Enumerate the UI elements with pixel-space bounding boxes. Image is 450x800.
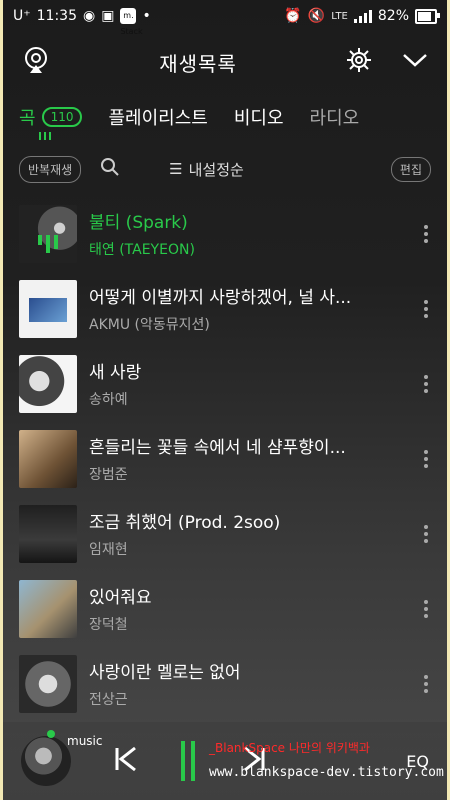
song-row[interactable]: 있어줘요 장덕철 [3,571,447,646]
mini-player-art[interactable] [21,736,71,786]
song-row[interactable]: 어떻게 이별까지 사랑하겠어, 널 사... AKMU (악동뮤지션) [3,271,447,346]
status-right: ⏰ 🔇 LTE 82% [284,8,440,24]
more-vert-icon[interactable] [421,224,431,243]
repeat-button[interactable]: 반복재생 [19,155,82,183]
list-controls: 반복재생 ☰ 내설정순 편집 [3,142,447,196]
song-artist: 임재현 [89,542,128,558]
album-art [19,204,77,263]
album-art [19,654,77,713]
tab-songs[interactable]: 곡 110 [19,104,83,140]
network-label: LTE [331,10,348,22]
more-vert-icon[interactable] [421,449,431,468]
mini-player: music EQ [3,722,447,800]
status-left: U⁺ 11:35 ◉ ▣ m. Stack • [13,8,151,36]
sort-label: 내설정순 [188,160,244,179]
more-vert-icon[interactable] [421,299,431,318]
tab-songs-label: 곡 [19,108,36,129]
cast-icon[interactable] [21,45,51,79]
album-art [19,354,77,413]
song-row[interactable]: 조금 취했어 (Prod. 2soo) 임재현 [3,496,447,571]
search-icon[interactable] [99,156,121,182]
music-dot-icon [47,730,55,738]
sort-icon: ☰ [169,160,183,178]
song-row[interactable]: 불티 (Spark) 태연 (TAEYEON) [3,196,447,271]
sort-button[interactable]: ☰ 내설정순 [169,159,244,180]
battery-label: 82% [377,8,409,24]
skip-previous-icon[interactable] [111,744,141,778]
song-row[interactable]: 새 사랑 송하예 [3,346,447,421]
song-title: 있어줘요 [89,588,152,608]
song-artist: 송하예 [89,392,128,408]
header-actions [345,46,429,78]
song-title: 어떻게 이별까지 사랑하겠어, 널 사... [89,288,352,308]
carrier-label: U⁺ [13,8,31,24]
stack-tag: m. Stack [120,8,143,36]
music-label: music [67,734,103,748]
song-artist: 태연 (TAEYEON) [89,242,195,258]
chevron-down-icon[interactable] [401,50,429,74]
song-text: 조금 취했어 (Prod. 2soo) 임재현 [89,508,409,559]
mute-icon: 🔇 [307,8,326,24]
song-artist: 장범준 [89,467,128,483]
active-equalizer-icon [39,132,51,140]
song-title: 불티 (Spark) [89,213,188,233]
album-art [19,579,77,638]
song-title: 조금 취했어 (Prod. 2soo) [89,513,281,533]
edit-button[interactable]: 편집 [390,156,431,182]
more-vert-icon[interactable] [421,374,431,393]
watermark-line2: www.blankspace-dev.tistory.com [209,765,444,780]
album-art [19,279,77,338]
tab-playlist[interactable]: 플레이리스트 [108,104,207,130]
header: 재생목록 [3,32,447,92]
song-text: 어떻게 이별까지 사랑하겠어, 널 사... AKMU (악동뮤지션) [89,283,409,334]
song-title: 흔들리는 꽃들 속에서 네 샴푸향이... [89,438,346,458]
song-text: 사랑이란 멜로는 없어 전상근 [89,658,409,709]
gear-icon[interactable] [345,46,373,78]
song-artist: 장덕철 [89,617,128,633]
app-frame: U⁺ 11:35 ◉ ▣ m. Stack • ⏰ 🔇 LTE 82% 재생목록… [3,0,447,800]
tab-bar: 곡 110 플레이리스트 비디오 라디오 [3,92,447,142]
song-row[interactable]: 사랑이란 멜로는 없어 전상근 [3,646,447,721]
more-vert-icon[interactable] [421,599,431,618]
more-vert-icon[interactable] [421,524,431,543]
songs-count-badge: 110 [41,107,83,127]
watermark-line1: _BlankSpace 나만의 위키백과 [209,741,370,755]
time-label: 11:35 [36,8,77,24]
page-title: 재생목록 [159,51,237,76]
song-text: 흔들리는 꽃들 속에서 네 샴푸향이... 장범준 [89,433,409,484]
pause-icon[interactable] [181,741,199,781]
album-art [19,429,77,488]
more-vert-icon[interactable] [421,674,431,693]
tab-radio[interactable]: 라디오 [310,104,360,130]
song-artist: AKMU (악동뮤지션) [89,317,210,333]
song-title: 새 사랑 [89,363,142,383]
dot-icon: • [142,8,151,24]
tab-video[interactable]: 비디오 [234,104,284,130]
song-list: 불티 (Spark) 태연 (TAEYEON) 어떻게 이별까지 사랑하겠어, … [3,196,447,721]
song-artist: 전상근 [89,692,128,708]
alarm-icon: ⏰ [284,8,302,24]
song-title: 사랑이란 멜로는 없어 [89,663,241,683]
song-text: 있어줘요 장덕철 [89,583,409,634]
song-text: 불티 (Spark) 태연 (TAEYEON) [89,208,409,259]
image-notification-icon: ▣ [101,8,115,24]
album-art [19,504,77,563]
status-bar: U⁺ 11:35 ◉ ▣ m. Stack • ⏰ 🔇 LTE 82% [3,0,447,36]
song-row[interactable]: 흔들리는 꽃들 속에서 네 샴푸향이... 장범준 [3,421,447,496]
notification-icon: ◉ [83,8,96,24]
battery-icon [415,8,440,24]
signal-icon [353,9,372,23]
song-text: 새 사랑 송하예 [89,358,409,409]
now-playing-equalizer-icon [19,234,77,253]
